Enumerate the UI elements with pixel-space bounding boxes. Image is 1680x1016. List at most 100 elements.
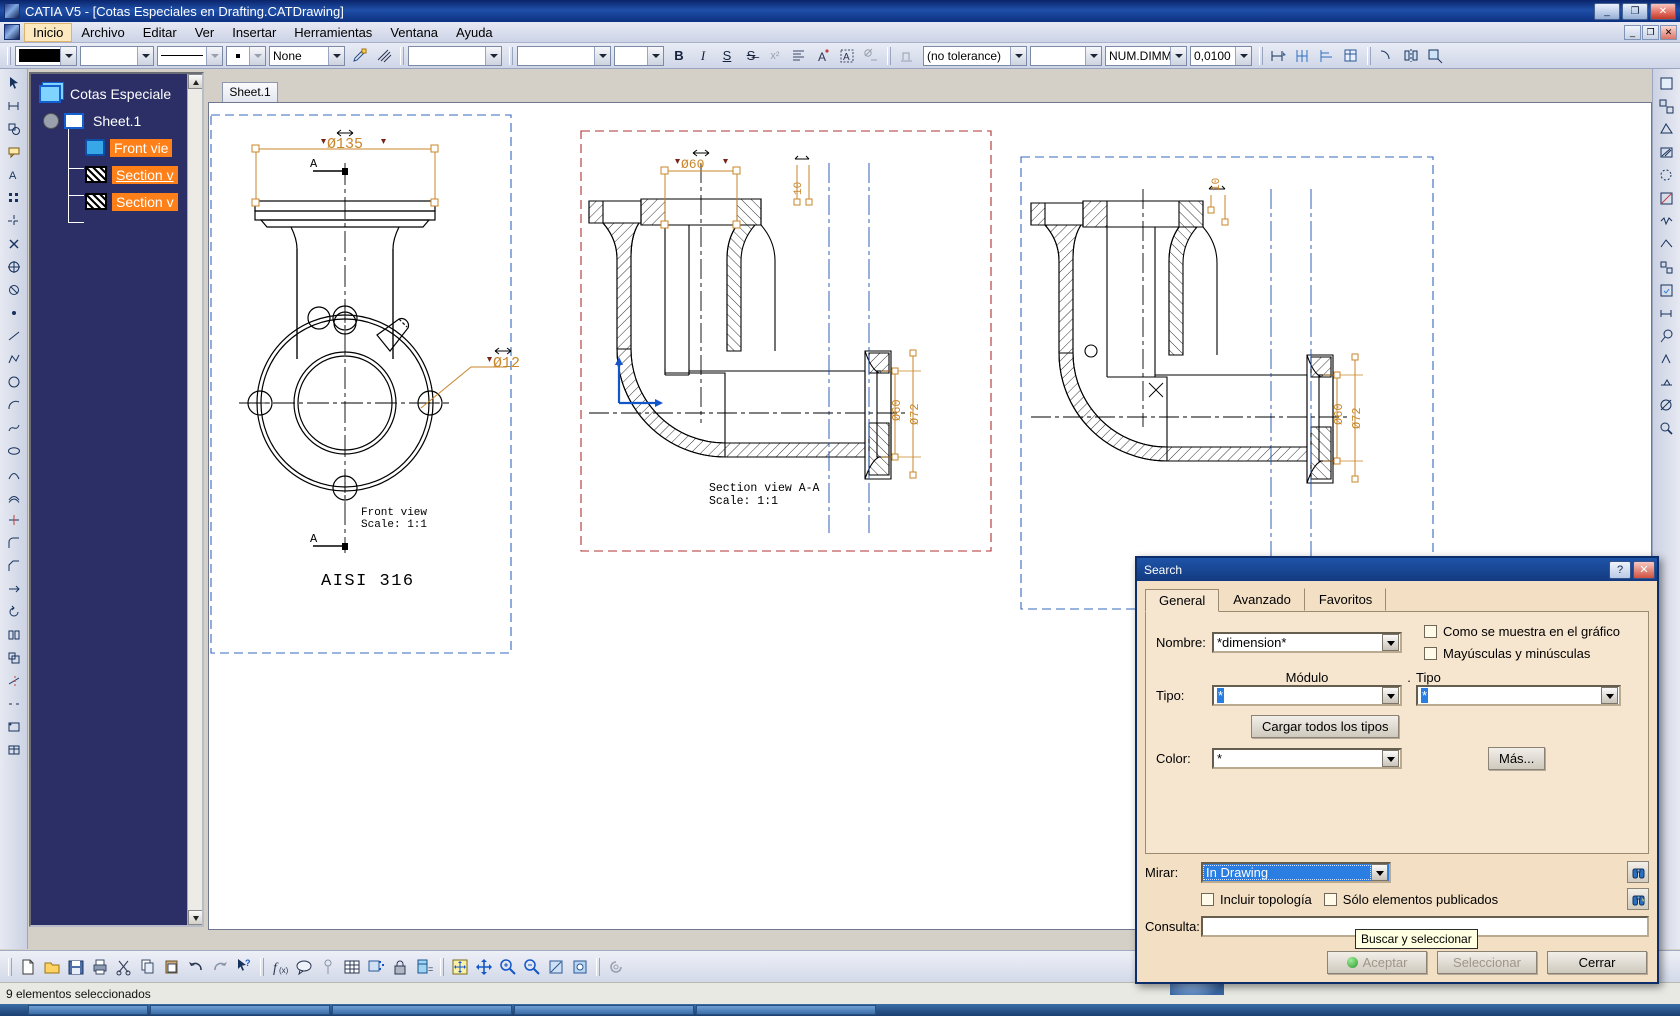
chevron-down-icon[interactable] [60,46,76,65]
toolbar-grip[interactable] [1259,46,1263,65]
offset-icon[interactable] [4,487,24,507]
arc-icon[interactable] [4,395,24,415]
toolbar-grip[interactable] [440,957,444,976]
weld-icon[interactable] [1657,372,1677,392]
conic-icon[interactable] [4,464,24,484]
circle-icon[interactable] [4,372,24,392]
fit-all-icon[interactable] [448,955,472,979]
specification-tree[interactable]: Cotas Especiale Sheet.1 Front vie Sectio… [29,72,204,927]
balloon-icon[interactable] [1657,326,1677,346]
target-icon[interactable] [4,257,24,277]
binoculars-select-icon[interactable] [1627,888,1649,910]
trim-icon[interactable] [4,510,24,530]
relimit-icon[interactable] [4,671,24,691]
dialog-close-button[interactable]: ✕ [1633,560,1655,579]
tree-node-front-view[interactable]: Front vie [35,134,198,161]
copy-icon[interactable] [136,955,160,979]
exploded-icon[interactable] [1657,257,1677,277]
insert-table-icon[interactable] [4,740,24,760]
normal-view-icon[interactable] [544,955,568,979]
roughness-icon[interactable] [1657,349,1677,369]
chevron-down-icon[interactable] [647,46,663,65]
chevron-down-icon[interactable] [1382,687,1399,704]
formula-icon[interactable]: f (x) [268,955,292,979]
strikethrough-button[interactable]: S̶ [740,45,762,67]
chevron-down-icon[interactable] [1235,46,1251,65]
dimension-chain-icon[interactable] [1292,45,1314,67]
ellipse-icon[interactable] [4,441,24,461]
pattern-combo[interactable]: None [269,45,345,66]
chevron-down-icon[interactable] [1010,46,1026,65]
chevron-down-icon[interactable] [137,46,153,65]
taskbar-item[interactable] [696,1005,876,1015]
swap-visible-icon[interactable] [604,955,628,979]
catalog-icon[interactable]: = [412,955,436,979]
paint-brush-icon[interactable] [349,45,371,67]
cut-scissors-icon[interactable] [112,955,136,979]
tipo-modulo-combo[interactable]: * [1212,685,1402,706]
what-is-this-icon[interactable]: ? [232,955,256,979]
zoom-in-icon[interactable] [496,955,520,979]
comment-icon[interactable] [292,955,316,979]
italic-button[interactable]: I [692,45,714,67]
datum-feature-icon[interactable] [896,45,918,67]
tree-node-sheet[interactable]: Sheet.1 [35,107,198,134]
line-type-combo[interactable] [157,45,223,66]
lock-icon[interactable] [388,955,412,979]
color-combo[interactable] [15,45,77,66]
chevron-down-icon[interactable] [206,46,222,65]
shapes-icon[interactable] [4,119,24,139]
redo-icon[interactable] [208,955,232,979]
taskbar-item[interactable] [514,1005,694,1015]
broken-view-icon[interactable] [1657,211,1677,231]
measure-item-icon[interactable] [316,955,340,979]
color-value[interactable]: * [1214,751,1382,766]
underline-button[interactable]: S [716,45,738,67]
section-view-icon[interactable] [1657,142,1677,162]
checkbox-incluir-topologia[interactable]: Incluir topología [1201,892,1312,907]
save-icon[interactable] [64,955,88,979]
checkbox-box[interactable] [1424,647,1437,660]
toolbar-grip[interactable] [7,46,11,65]
chevron-down-icon[interactable] [1382,634,1399,651]
nombre-combo[interactable]: *dimension* [1212,632,1402,653]
symmetry-icon[interactable] [4,625,24,645]
toolbar-grip[interactable] [1367,46,1371,65]
dimension-table-icon[interactable] [1340,45,1362,67]
sheet-tab[interactable]: Sheet.1 [222,82,278,102]
chevron-down-icon[interactable] [594,46,610,65]
detail-view-icon[interactable] [1657,165,1677,185]
menu-item-ayuda[interactable]: Ayuda [447,23,502,42]
checkbox-box[interactable] [1323,892,1337,906]
font-combo[interactable] [408,45,502,66]
window-close-button[interactable]: ✕ [1650,2,1676,20]
scale-icon[interactable] [4,648,24,668]
corner-icon[interactable] [4,533,24,553]
checkbox-box[interactable] [1201,892,1214,906]
toolbar-grip[interactable] [8,957,12,976]
open-folder-icon[interactable] [40,955,64,979]
tipo-modulo-value[interactable]: * [1214,688,1382,703]
window-restore-button[interactable]: ❐ [1622,2,1648,20]
tree-node-section-view-2[interactable]: Section v [35,188,198,215]
axis-icon[interactable] [4,211,24,231]
insert-frame-icon[interactable] [4,717,24,737]
toolbar-grip[interactable] [400,46,404,65]
menu-item-insertar[interactable]: Insertar [223,23,285,42]
toolbar-grip[interactable] [887,46,891,65]
new-view-icon[interactable] [1657,73,1677,93]
chevron-down-icon[interactable] [1371,863,1388,881]
table-icon[interactable] [340,955,364,979]
search-dialog[interactable]: Search ? ✕ General Avanzado Favoritos No… [1135,556,1659,984]
tab-favoritos[interactable]: Favoritos [1304,588,1387,611]
tab-avanzado[interactable]: Avanzado [1219,588,1305,611]
hatch-pattern-icon[interactable] [373,45,395,67]
undo-icon[interactable] [184,955,208,979]
dimension-icon[interactable] [4,96,24,116]
clipping-icon[interactable] [1657,188,1677,208]
seleccionar-button[interactable]: Seleccionar [1437,951,1537,974]
translate-icon[interactable] [4,579,24,599]
circle-cross-icon[interactable] [4,280,24,300]
menu-item-inicio[interactable]: Inicio [24,22,73,42]
chevron-down-icon[interactable] [249,46,265,65]
